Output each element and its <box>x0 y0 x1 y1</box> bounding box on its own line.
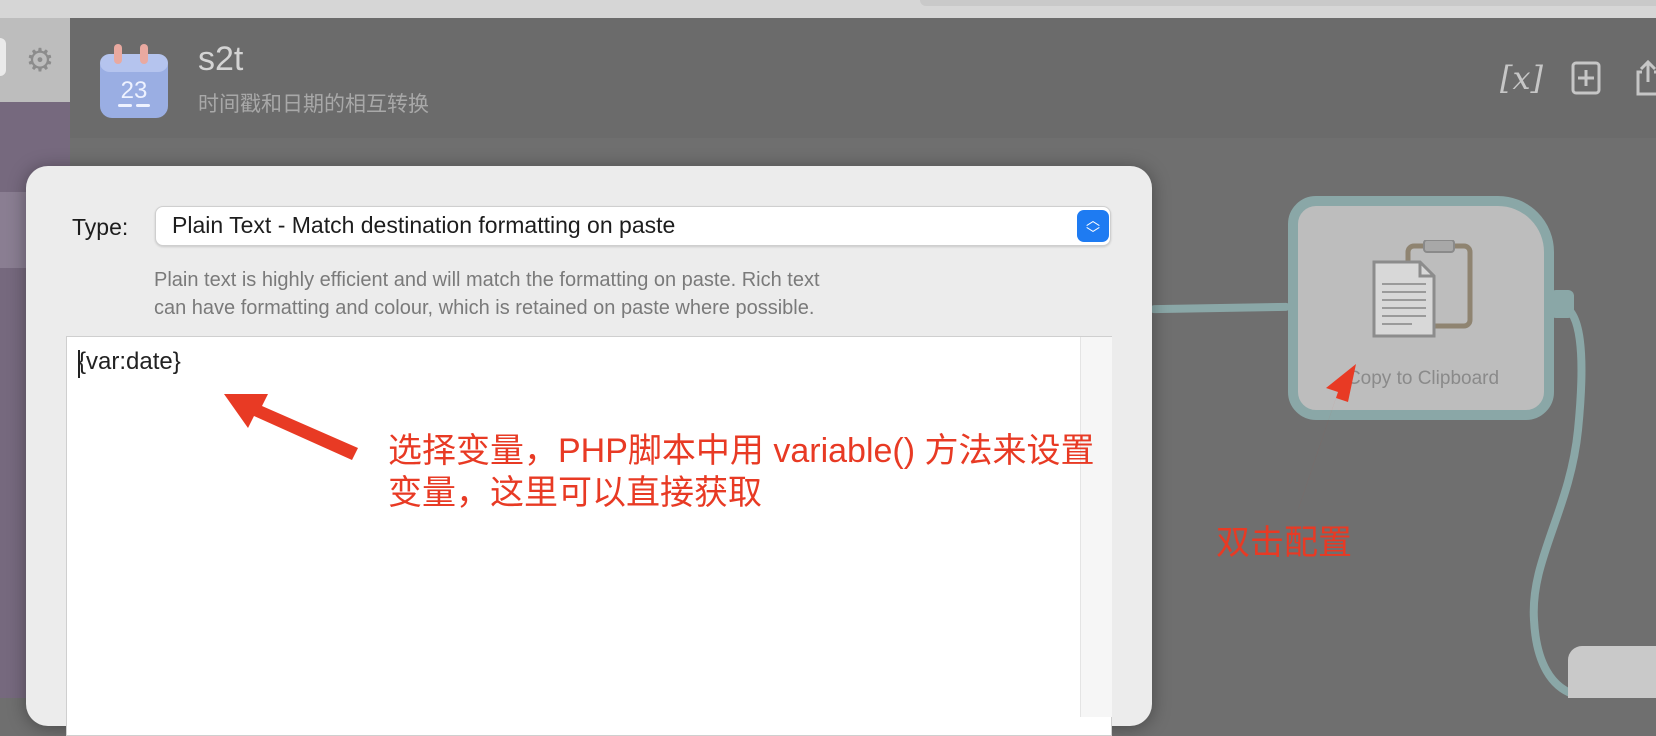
search-field-edge[interactable] <box>0 38 6 76</box>
annotation-line-2: 变量，这里可以直接获取 <box>388 474 762 512</box>
help-line-1: Plain text is highly efficient and will … <box>154 269 820 291</box>
editor-scrollbar[interactable] <box>1080 337 1112 717</box>
chevron-updown-icon[interactable]: ︿ ﹀ <box>1077 210 1109 242</box>
next-node[interactable] <box>1568 646 1656 698</box>
type-help-text: Plain text is highly efficient and will … <box>154 266 974 322</box>
text-editor[interactable] <box>66 336 1112 736</box>
workflow-subtitle: 时间戳和日期的相互转换 <box>198 93 429 116</box>
share-icon[interactable] <box>1628 56 1656 100</box>
workflow-title: s2t <box>198 40 244 78</box>
calendar-day: 23 <box>121 77 148 104</box>
variable-icon[interactable]: [x] <box>1500 56 1543 100</box>
text-caret <box>78 350 80 378</box>
annotation-double-click-note: 双击配置 <box>1216 524 1352 562</box>
annotation-variable-note: 选择变量，PHP脚本中用 variable() 方法来设置 变量，这里可以直接获… <box>388 430 1095 514</box>
connection-curve <box>1529 302 1586 698</box>
help-line-2: can have formatting and colour, which is… <box>154 297 815 319</box>
editor-content[interactable]: {var:date} <box>78 348 181 376</box>
clipboard-icon <box>1372 240 1473 338</box>
gear-icon[interactable]: ⚙ <box>24 44 56 76</box>
add-icon[interactable] <box>1566 56 1606 100</box>
type-label: Type: <box>72 214 129 240</box>
window-top-strip <box>0 0 1656 18</box>
annotation-line-1: 选择变量，PHP脚本中用 variable() 方法来设置 <box>388 432 1095 470</box>
type-select-value[interactable]: Plain Text - Match destination formattin… <box>172 212 675 239</box>
node-label: Copy to Clipboard <box>1346 368 1500 389</box>
workflow-header <box>70 18 1656 138</box>
calendar-icon: 23 <box>100 44 168 118</box>
